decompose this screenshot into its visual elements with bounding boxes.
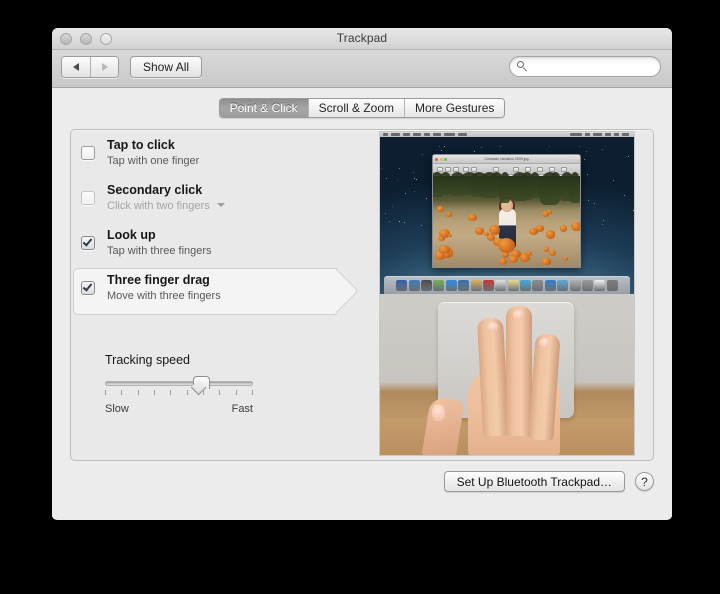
chevron-down-icon[interactable] [217, 203, 225, 207]
option-three-finger-drag[interactable]: Three finger drag Move with three finger… [73, 268, 356, 313]
slider-thumb[interactable] [193, 376, 210, 398]
option-secondary-click[interactable]: Secondary click Click with two fingers [73, 178, 356, 223]
tab-scroll-and-zoom[interactable]: Scroll & Zoom [308, 99, 404, 117]
gesture-options-list: Tap to click Tap with one finger Seconda… [73, 133, 356, 313]
slider-end-labels: Slow Fast [105, 403, 253, 415]
window-body: Point & Click Scroll & Zoom More Gesture… [52, 88, 672, 519]
tab-more-gestures[interactable]: More Gestures [404, 99, 504, 117]
option-title: Secondary click [107, 183, 356, 198]
option-subtitle: Click with two fingers [107, 200, 210, 212]
show-all-button[interactable]: Show All [130, 56, 202, 78]
tab-label: More Gestures [415, 101, 494, 115]
forward-button[interactable] [90, 57, 118, 77]
option-tap-to-click[interactable]: Tap to click Tap with one finger [73, 133, 356, 178]
slider-min-label: Slow [105, 403, 129, 415]
slider-max-label: Fast [232, 403, 253, 415]
look-up-checkbox[interactable] [81, 236, 95, 250]
window-titlebar: Trackpad [52, 28, 672, 50]
chevron-left-icon [73, 63, 79, 71]
preview-image-window: Colorado Vacation 2009.jpg [432, 154, 581, 268]
option-title: Tap to click [107, 138, 356, 153]
search-field[interactable] [509, 56, 661, 77]
tab-bar: Point & Click Scroll & Zoom More Gesture… [52, 98, 672, 118]
option-subtitle-popup[interactable]: Click with two fingers [107, 199, 356, 214]
settings-panel: Tap to click Tap with one finger Seconda… [70, 129, 654, 461]
gesture-preview-video[interactable]: Colorado Vacation 2009.jpg [379, 131, 635, 456]
option-subtitle: Tap with one finger [107, 154, 356, 169]
tap-to-click-checkbox[interactable] [81, 146, 95, 160]
preview-window-title: Colorado Vacation 2009.jpg [433, 157, 580, 161]
slider-ticks [105, 390, 253, 396]
tab-label: Scroll & Zoom [319, 101, 394, 115]
preview-dock [384, 276, 630, 294]
option-look-up[interactable]: Look up Tap with three fingers [73, 223, 356, 268]
tracking-speed-group: Tracking speed Slow Fast [105, 353, 335, 381]
preferences-toolbar: Show All [52, 50, 672, 88]
preview-window-titlebar: Colorado Vacation 2009.jpg [433, 155, 580, 164]
preview-hand-scene [380, 294, 634, 456]
option-title: Three finger drag [107, 273, 356, 288]
option-title: Look up [107, 228, 356, 243]
back-button[interactable] [62, 57, 90, 77]
panel-footer: Set Up Bluetooth Trackpad… ? [444, 471, 654, 492]
preview-menubar [380, 132, 634, 137]
navigation-buttons [61, 56, 119, 78]
tracking-speed-label: Tracking speed [105, 353, 335, 367]
tab-point-and-click[interactable]: Point & Click [220, 99, 308, 117]
three-finger-drag-checkbox[interactable] [81, 281, 95, 295]
window-title: Trackpad [52, 31, 672, 45]
hand-thumb [421, 396, 464, 456]
secondary-click-checkbox[interactable] [81, 191, 95, 205]
option-subtitle: Move with three fingers [107, 289, 356, 304]
preview-desktop-scene: Colorado Vacation 2009.jpg [380, 132, 634, 294]
question-mark-icon: ? [641, 475, 648, 489]
search-input[interactable] [517, 61, 669, 73]
trackpad-preferences-window: Trackpad Show All Point & Click Scroll &… [52, 28, 672, 520]
set-up-bluetooth-trackpad-button[interactable]: Set Up Bluetooth Trackpad… [444, 471, 625, 492]
option-subtitle: Tap with three fingers [107, 244, 356, 259]
preview-photo [433, 176, 580, 267]
help-button[interactable]: ? [635, 472, 654, 491]
chevron-right-icon [102, 63, 108, 71]
tab-label: Point & Click [230, 101, 298, 115]
slider-track[interactable] [105, 381, 253, 386]
show-all-label: Show All [143, 60, 189, 74]
set-up-button-label: Set Up Bluetooth Trackpad… [457, 475, 612, 489]
